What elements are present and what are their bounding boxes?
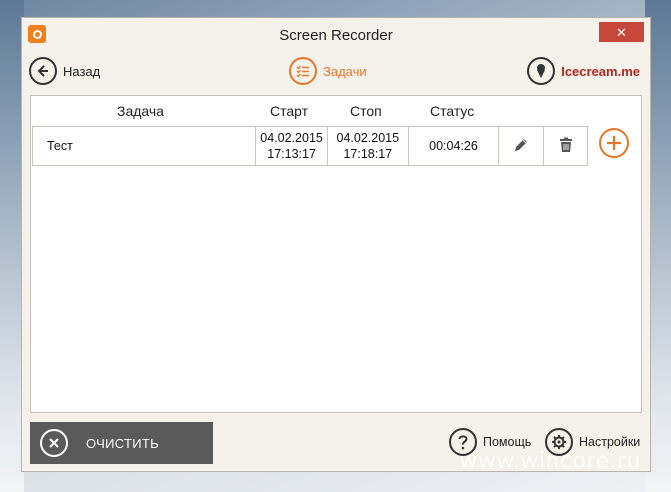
delete-button[interactable]	[544, 127, 587, 165]
clear-label: ОЧИСТИТЬ	[86, 435, 159, 451]
brand-label: Icecream.me	[561, 63, 640, 79]
tab-tasks-label: Задачи	[323, 63, 367, 79]
ice-cream-icon	[527, 57, 556, 85]
column-header-status: Статус	[430, 103, 475, 119]
back-button[interactable]: Назад	[29, 57, 100, 85]
close-circle-icon	[40, 429, 68, 457]
back-label: Назад	[63, 63, 101, 79]
add-task-button[interactable]	[599, 128, 629, 158]
column-header-stop: Стоп	[350, 103, 382, 119]
table-header: Задача Старт Стоп Статус	[31, 96, 641, 126]
start-date: 04.02.2015	[260, 131, 323, 145]
stop-time: 17:18:17	[343, 147, 393, 161]
edit-button[interactable]	[499, 127, 545, 165]
plus-icon	[607, 136, 621, 150]
clear-button[interactable]: ОЧИСТИТЬ	[30, 422, 213, 464]
column-header-start: Старт	[270, 103, 309, 119]
toolbar: Назад Задачи Icecream.me	[22, 56, 650, 92]
window-title: Screen Recorder	[279, 27, 393, 44]
tasks-table: Задача Старт Стоп Статус Тест 04.02.2015…	[30, 95, 642, 413]
close-button[interactable]: ✕	[599, 22, 644, 42]
brand-link[interactable]: Icecream.me	[527, 57, 640, 85]
watermark: www.wincore.ru	[459, 449, 641, 474]
app-logo-icon	[28, 25, 46, 43]
table-row[interactable]: Тест 04.02.2015 17:13:17 04.02.2015 17:1…	[32, 126, 588, 166]
help-label: Помощь	[483, 435, 532, 449]
status-duration: 00:04:26	[409, 127, 500, 165]
start-cell: 04.02.2015 17:13:17	[256, 127, 328, 165]
app-window: Screen Recorder ✕ Назад Задачи Icecream.…	[21, 17, 651, 472]
stop-cell: 04.02.2015 17:18:17	[328, 127, 409, 165]
trash-icon	[559, 137, 573, 156]
task-list-icon	[289, 57, 317, 85]
settings-label: Настройки	[579, 435, 641, 449]
pencil-icon	[513, 137, 529, 156]
task-name: Тест	[33, 127, 257, 165]
title-bar: Screen Recorder ✕	[22, 18, 650, 53]
tab-tasks[interactable]: Задачи	[289, 57, 367, 85]
start-time: 17:13:17	[267, 147, 316, 161]
stop-date: 04.02.2015	[336, 131, 400, 145]
arrow-left-icon	[29, 57, 57, 85]
column-header-task: Задача	[117, 103, 164, 119]
